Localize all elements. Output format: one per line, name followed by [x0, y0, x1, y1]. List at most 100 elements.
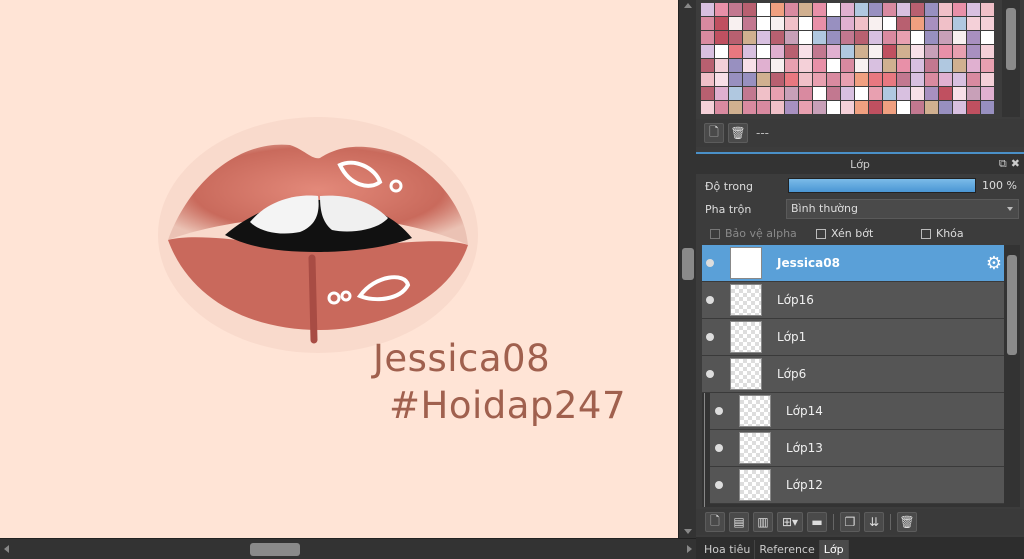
color-palette[interactable]: [701, 0, 999, 117]
palette-swatch[interactable]: [953, 59, 966, 72]
palette-swatch[interactable]: [715, 3, 728, 16]
palette-swatch[interactable]: [771, 31, 784, 44]
palette-swatch[interactable]: [785, 73, 798, 86]
palette-swatch[interactable]: [883, 45, 896, 58]
scroll-thumb[interactable]: [682, 248, 694, 280]
palette-swatch[interactable]: [897, 3, 910, 16]
palette-swatch[interactable]: [855, 3, 868, 16]
tab-navigator[interactable]: Hoa tiêu: [700, 540, 756, 559]
popout-icon[interactable]: ⧉: [999, 157, 1007, 171]
palette-swatch[interactable]: [981, 17, 994, 30]
palette-swatch[interactable]: [967, 87, 980, 100]
layer-row[interactable]: Lớp6: [702, 356, 1005, 393]
visibility-icon[interactable]: [706, 296, 714, 304]
layer-row[interactable]: Lớp12: [710, 467, 1005, 504]
palette-swatch[interactable]: [897, 59, 910, 72]
palette-swatch[interactable]: [757, 73, 770, 86]
layer-row[interactable]: Lớp16: [702, 282, 1005, 319]
palette-swatch[interactable]: [743, 45, 756, 58]
visibility-icon[interactable]: [715, 407, 723, 415]
visibility-icon[interactable]: [715, 444, 723, 452]
palette-swatch[interactable]: [855, 87, 868, 100]
palette-swatch[interactable]: [841, 87, 854, 100]
palette-swatch[interactable]: [855, 17, 868, 30]
palette-swatch[interactable]: [953, 31, 966, 44]
palette-swatch[interactable]: [967, 17, 980, 30]
palette-swatch[interactable]: [813, 101, 826, 114]
palette-swatch[interactable]: [757, 59, 770, 72]
palette-swatch[interactable]: [869, 45, 882, 58]
duplicate-layer-button[interactable]: ❐: [840, 512, 860, 532]
palette-swatch[interactable]: [701, 59, 714, 72]
tab-layers[interactable]: Lớp: [819, 540, 849, 559]
palette-swatch[interactable]: [715, 17, 728, 30]
visibility-icon[interactable]: [706, 370, 714, 378]
palette-swatch[interactable]: [701, 17, 714, 30]
palette-swatch[interactable]: [729, 17, 742, 30]
merge-down-button[interactable]: ⇊: [864, 512, 884, 532]
palette-swatch[interactable]: [729, 3, 742, 16]
palette-swatch[interactable]: [939, 31, 952, 44]
palette-swatch[interactable]: [813, 3, 826, 16]
palette-swatch[interactable]: [827, 87, 840, 100]
palette-swatch[interactable]: [841, 3, 854, 16]
palette-swatch[interactable]: [897, 17, 910, 30]
palette-swatch[interactable]: [841, 101, 854, 114]
palette-swatch[interactable]: [771, 3, 784, 16]
palette-swatch[interactable]: [883, 87, 896, 100]
palette-swatch[interactable]: [827, 101, 840, 114]
palette-swatch[interactable]: [953, 87, 966, 100]
scroll-thumb[interactable]: [250, 543, 300, 556]
palette-swatch[interactable]: [897, 73, 910, 86]
palette-swatch[interactable]: [771, 101, 784, 114]
palette-swatch[interactable]: [855, 31, 868, 44]
lock-checkbox[interactable]: Khóa: [921, 227, 964, 240]
palette-swatch[interactable]: [785, 3, 798, 16]
palette-swatch[interactable]: [953, 73, 966, 86]
layer-row[interactable]: Lớp1: [702, 319, 1005, 356]
palette-swatch[interactable]: [841, 17, 854, 30]
palette-swatch[interactable]: [883, 31, 896, 44]
close-icon[interactable]: ✖: [1011, 157, 1020, 171]
palette-swatch[interactable]: [729, 45, 742, 58]
palette-swatch[interactable]: [925, 59, 938, 72]
palette-swatch[interactable]: [771, 45, 784, 58]
blend-mode-select[interactable]: Bình thường: [786, 199, 1019, 219]
palette-swatch[interactable]: [925, 87, 938, 100]
layer-row[interactable]: Lớp13: [710, 430, 1005, 467]
palette-swatch[interactable]: [743, 87, 756, 100]
opacity-slider[interactable]: [788, 178, 976, 193]
palette-swatch[interactable]: [813, 87, 826, 100]
palette-swatch[interactable]: [939, 3, 952, 16]
palette-swatch[interactable]: [799, 73, 812, 86]
palette-swatch[interactable]: [981, 73, 994, 86]
palette-swatch[interactable]: [925, 31, 938, 44]
palette-swatch[interactable]: [743, 31, 756, 44]
palette-swatch[interactable]: [953, 17, 966, 30]
delete-color-button[interactable]: 🗑: [728, 123, 748, 143]
clipping-checkbox[interactable]: Xén bớt: [816, 227, 873, 240]
palette-scrollbar[interactable]: [1002, 0, 1020, 117]
palette-swatch[interactable]: [981, 3, 994, 16]
palette-swatch[interactable]: [939, 73, 952, 86]
palette-swatch[interactable]: [883, 73, 896, 86]
palette-swatch[interactable]: [813, 73, 826, 86]
add-layer-menu-button[interactable]: ⊞▾: [777, 512, 803, 532]
palette-swatch[interactable]: [967, 31, 980, 44]
palette-swatch[interactable]: [701, 45, 714, 58]
palette-swatch[interactable]: [715, 59, 728, 72]
palette-swatch[interactable]: [813, 31, 826, 44]
palette-swatch[interactable]: [967, 59, 980, 72]
palette-swatch[interactable]: [813, 59, 826, 72]
palette-swatch[interactable]: [771, 59, 784, 72]
palette-swatch[interactable]: [785, 17, 798, 30]
palette-swatch[interactable]: [715, 73, 728, 86]
scroll-thumb[interactable]: [1006, 8, 1016, 70]
palette-swatch[interactable]: [785, 101, 798, 114]
palette-swatch[interactable]: [799, 101, 812, 114]
palette-swatch[interactable]: [925, 17, 938, 30]
scroll-up-icon[interactable]: [684, 3, 692, 8]
gear-icon[interactable]: ⚙: [986, 253, 1002, 274]
visibility-icon[interactable]: [715, 481, 723, 489]
palette-swatch[interactable]: [897, 45, 910, 58]
